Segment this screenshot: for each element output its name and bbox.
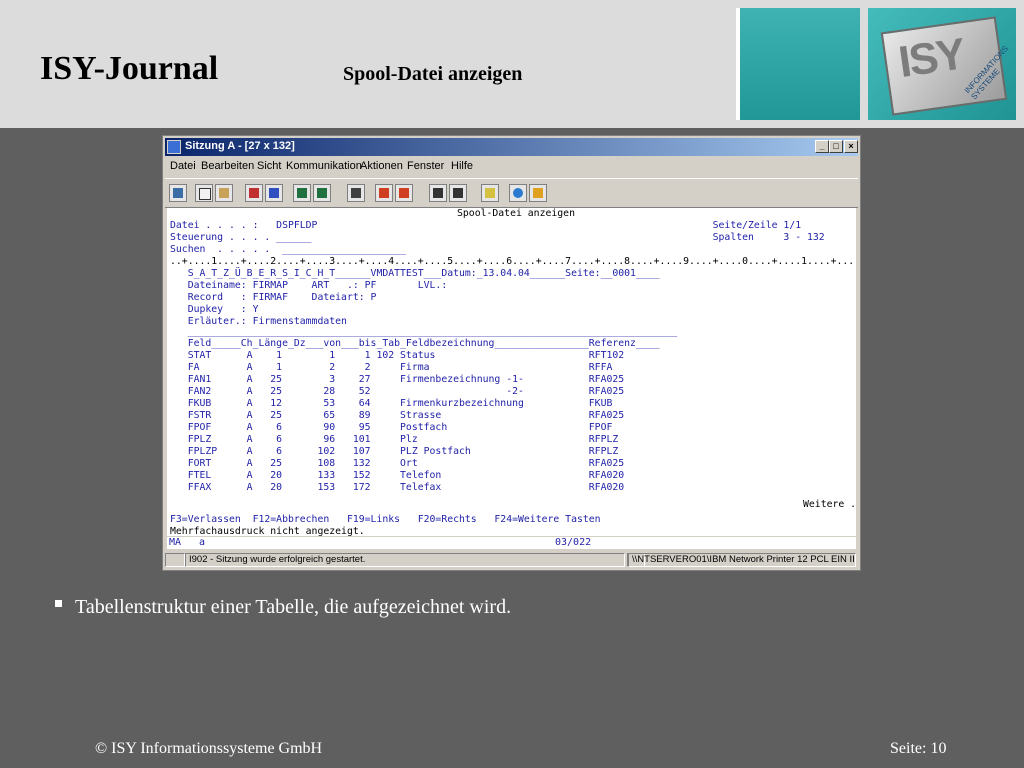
toolbar [165, 178, 858, 208]
table-row: FAN1 A 25 3 27 Firmenbezeichnung -1- RFA… [170, 374, 625, 385]
menu-aktionen[interactable]: Aktionen [360, 160, 403, 172]
paste-icon[interactable] [215, 184, 233, 202]
screen-header: Spool-Datei anzeigen [457, 208, 575, 219]
macro-icon[interactable] [347, 184, 365, 202]
header-teal-band [740, 8, 860, 120]
clipboard-icon[interactable] [481, 184, 499, 202]
screen-line: Record : FIRMAF Dateiart: P [170, 292, 377, 303]
help-icon[interactable] [529, 184, 547, 202]
minimize-button[interactable]: _ [815, 140, 829, 153]
function-keys: F3=Verlassen F12=Abbrechen F19=Links F20… [170, 514, 601, 525]
logo-plate: ISY INFORMATIONS SYSTEME [880, 16, 1010, 116]
table-row: FPLZP A 6 102 107 PLZ Postfach RFPLZ [170, 446, 619, 457]
menu-sicht[interactable]: Sicht [257, 160, 281, 172]
session-icon [167, 140, 181, 154]
copy-icon[interactable] [195, 184, 213, 202]
logo-small-text: INFORMATIONS SYSTEME [962, 44, 1011, 102]
screen-separator: ________________________________________… [170, 326, 678, 337]
oia-mode: MA [169, 537, 182, 548]
emulator-screen[interactable]: Spool-Datei anzeigen Datei . . . . : DSP… [167, 208, 856, 536]
table-row: FTEL A 20 133 152 Telefon RFA020 [170, 470, 625, 481]
printer-status: \\NTSERVERO01\IBM Network Printer 12 PCL… [628, 553, 856, 567]
slide-header: ISY-Journal Spool-Datei anzeigen ISY INF… [0, 0, 1024, 128]
send-icon[interactable] [245, 184, 263, 202]
more-indicator: Weitere ... [803, 499, 856, 510]
print-screen-icon[interactable] [169, 184, 187, 202]
ruler-line: ..+....1....+....2....+....3....+....4..… [170, 256, 856, 267]
menu-hilfe[interactable]: Hilfe [451, 160, 473, 172]
menu-kommunikation[interactable]: Kommunikation [286, 160, 362, 172]
status-bar: I902 - Sitzung wurde erfolgreich gestart… [165, 552, 858, 568]
cursor-position: 03/022 [555, 537, 592, 548]
window-title: Sitzung A - [27 x 132] [185, 140, 295, 152]
oia-input: a [199, 537, 206, 548]
table-header: Feld_____Ch_Länge_Dz___von___bis_Tab_Fel… [170, 338, 660, 349]
play-icon[interactable] [429, 184, 447, 202]
table-row: FKUB A 12 53 64 Firmenkurzbezeichnung FK… [170, 398, 613, 409]
maximize-button[interactable]: □ [829, 140, 843, 153]
slide-subtitle: Spool-Datei anzeigen [343, 63, 523, 85]
clear-icon[interactable] [449, 184, 467, 202]
footer-copyright: © ISY Informationssysteme GmbH [95, 740, 323, 757]
screen-line: S_A_T_Z_Ü_B_E_R_S_I_C_H_T______VMDATTEST… [170, 268, 660, 279]
table-row: FAN2 A 25 28 52 -2- RFA025 [170, 386, 625, 397]
record-icon[interactable] [375, 184, 393, 202]
stop-icon[interactable] [395, 184, 413, 202]
table-row: FA A 1 2 2 Firma RFFA [170, 362, 613, 373]
screen-line: Dateiname: FIRMAP ART .: PF LVL.: [170, 280, 448, 291]
table-row: FORT A 25 108 132 Ort RFA025 [170, 458, 625, 469]
isy-logo: ISY INFORMATIONS SYSTEME [868, 8, 1016, 120]
window-titlebar[interactable]: Sitzung A - [27 x 132] _ □ × [165, 138, 858, 156]
table-row: FSTR A 25 65 89 Strasse RFA025 [170, 410, 625, 421]
status-indicator-icon [165, 553, 185, 567]
receive-icon[interactable] [265, 184, 283, 202]
menu-bearbeiten[interactable]: Bearbeiten [201, 160, 254, 172]
footer-page: Seite: 10 [890, 740, 947, 757]
menu-fenster[interactable]: Fenster [407, 160, 444, 172]
menu-datei[interactable]: Datei [170, 160, 196, 172]
screen-line: Suchen . . . . . _____________________ [170, 244, 406, 255]
screen-message: Mehrfachausdruck nicht angezeigt. [170, 526, 365, 536]
screen-line: Datei . . . . : DSPFLDP Seite/Zeile 1/1 [170, 220, 802, 231]
table-row: FPOF A 6 90 95 Postfach FPOF [170, 422, 613, 433]
bullet-icon [55, 600, 62, 607]
operator-info-area: MA a 03/022 [167, 537, 856, 549]
slide-title: ISY-Journal [40, 50, 219, 87]
close-button[interactable]: × [844, 140, 858, 153]
status-message: I902 - Sitzung wurde erfolgreich gestart… [185, 553, 625, 567]
display-icon[interactable] [293, 184, 311, 202]
table-row: FFAX A 20 153 172 Telefax RFA020 [170, 482, 625, 493]
keypad-icon[interactable] [313, 184, 331, 202]
screen-line: Dupkey : Y [170, 304, 259, 315]
table-row: FPLZ A 6 96 101 Plz RFPLZ [170, 434, 619, 445]
terminal-window: Sitzung A - [27 x 132] _ □ × Datei Bearb… [163, 136, 860, 570]
table-row: STAT A 1 1 1 102 Status RFT102 [170, 350, 625, 361]
globe-icon[interactable] [509, 184, 527, 202]
screen-line: Steuerung . . . . ______ Spalten 3 - 132 [170, 232, 825, 243]
logo-text: ISY [895, 29, 967, 87]
bullet-text: Tabellenstruktur einer Tabelle, die aufg… [75, 596, 512, 618]
